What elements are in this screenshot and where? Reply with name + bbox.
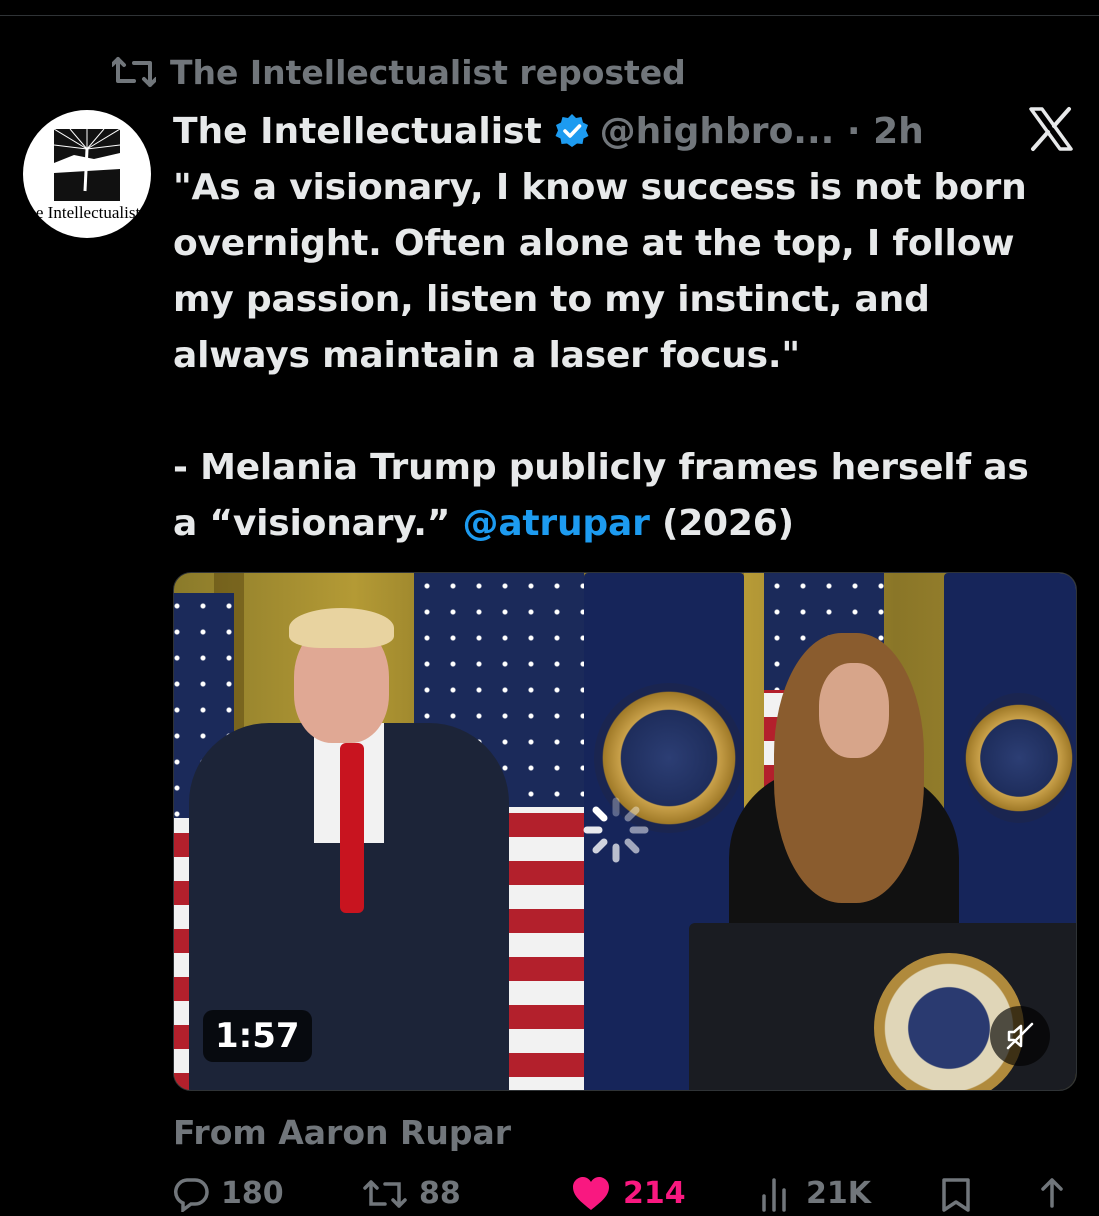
post-text-line: "As a visionary, I know success is not b… xyxy=(173,167,1027,208)
like-button[interactable]: 214 xyxy=(571,1176,686,1212)
avatar-wordmark: The Intellectualist xyxy=(23,203,141,222)
post-text-line: overnight. Often alone at the top, I fol… xyxy=(173,223,1015,264)
video-duration: 1:57 xyxy=(203,1010,312,1062)
avatar[interactable]: The Intellectualist xyxy=(23,110,151,238)
attribution-prefix: a “visionary.” xyxy=(173,503,463,544)
post-header: The Intellectualist @highbro... · 2h xyxy=(173,106,924,156)
video-source-attribution[interactable]: From Aaron Rupar xyxy=(173,1113,511,1152)
post-text-gap xyxy=(173,384,1078,440)
heart-icon xyxy=(573,1177,609,1210)
loading-spinner-icon xyxy=(581,795,651,865)
repost-icon xyxy=(112,57,156,87)
separator-dot: · xyxy=(834,110,874,152)
action-bar: 180 88 214 21K xyxy=(173,1176,1073,1216)
share-icon xyxy=(1041,1178,1063,1208)
post-time[interactable]: 2h xyxy=(873,111,924,152)
verified-badge-icon[interactable] xyxy=(554,113,590,149)
repost-button[interactable]: 88 xyxy=(363,1176,461,1212)
views-chart-icon xyxy=(762,1178,786,1212)
repost-count: 88 xyxy=(419,1176,461,1211)
views-count: 21K xyxy=(806,1176,871,1211)
attribution-line: - Melania Trump publicly frames herself … xyxy=(173,447,1029,488)
repost-action-icon xyxy=(363,1180,407,1208)
presidential-seal-emblem xyxy=(964,693,1074,823)
attribution-line-2: a “visionary.” @atrupar (2026) xyxy=(173,496,1078,552)
repost-banner-text: The Intellectualist reposted xyxy=(170,52,686,92)
bookmark-button[interactable] xyxy=(939,1176,985,1212)
reply-button[interactable]: 180 xyxy=(173,1176,284,1212)
share-button[interactable] xyxy=(1037,1176,1079,1212)
mute-button[interactable] xyxy=(990,1006,1050,1066)
views-button[interactable]: 21K xyxy=(758,1176,871,1212)
post-text-line: always maintain a laser focus." xyxy=(173,335,800,376)
avatar-logo-mark xyxy=(53,128,121,201)
reply-count: 180 xyxy=(221,1176,284,1211)
repost-banner[interactable]: The Intellectualist reposted xyxy=(112,50,686,94)
author-handle[interactable]: @highbro... xyxy=(600,111,835,152)
post-text: "As a visionary, I know success is not b… xyxy=(173,160,1078,552)
attribution-suffix: (2026) xyxy=(649,503,794,544)
bookmark-icon xyxy=(942,1178,970,1212)
mention-link[interactable]: @atrupar xyxy=(463,503,650,544)
post-text-line: my passion, listen to my instinct, and xyxy=(173,279,930,320)
like-count: 214 xyxy=(623,1176,686,1211)
reply-icon xyxy=(174,1178,209,1212)
author-name[interactable]: The Intellectualist xyxy=(173,111,542,152)
top-divider xyxy=(0,15,1099,16)
x-logo-icon[interactable] xyxy=(1027,105,1075,153)
muted-speaker-icon xyxy=(1006,1022,1034,1050)
